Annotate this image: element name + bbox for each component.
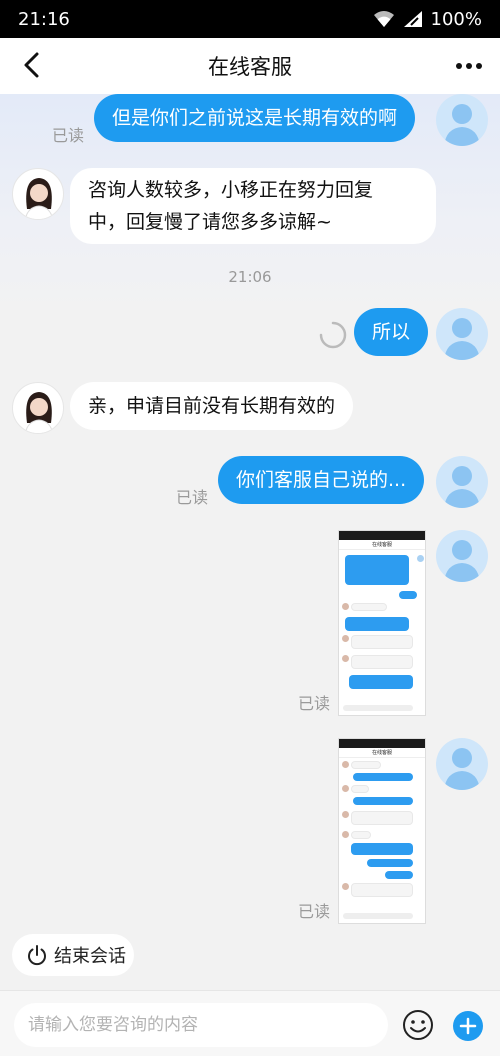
thumb-avatar xyxy=(342,761,349,768)
screenshot-image-message[interactable]: 在线客服 xyxy=(338,738,426,924)
thumb-bubble xyxy=(345,617,409,631)
thumb-bubble xyxy=(353,797,413,805)
message-bubble-user[interactable]: 你们客服自己说的... xyxy=(218,456,425,504)
thumb-avatar xyxy=(342,883,349,890)
page-title: 在线客服 xyxy=(208,55,292,79)
read-receipt: 已读 xyxy=(52,126,85,145)
thumb-bubble xyxy=(351,843,413,855)
thumb-bubble xyxy=(353,773,413,781)
user-silhouette-icon xyxy=(444,466,480,508)
user-avatar[interactable] xyxy=(436,456,488,508)
title-bar: 在线客服 xyxy=(0,38,500,94)
thumb-avatar xyxy=(417,555,424,562)
thumb-status-bar xyxy=(339,531,425,540)
thumb-bubble xyxy=(351,831,371,839)
thumb-bubble xyxy=(351,655,413,669)
agent-message-line-2: 中，回复慢了请您多多谅解~ xyxy=(88,211,332,233)
status-bar: 21:16 100% xyxy=(0,0,500,38)
thumb-bubble xyxy=(349,675,413,689)
sending-spinner-icon xyxy=(319,321,347,349)
thumb-status-bar xyxy=(339,739,425,748)
thumb-avatar xyxy=(342,635,349,642)
thumb-avatar xyxy=(342,603,349,610)
user-silhouette-icon xyxy=(444,540,480,582)
thumb-bubble xyxy=(345,555,409,585)
status-icons: 100% xyxy=(373,9,482,30)
status-time: 21:16 xyxy=(18,8,70,30)
thumb-bubble xyxy=(351,635,413,649)
end-session-button[interactable]: 结束会话 xyxy=(12,934,134,976)
end-session-label: 结束会话 xyxy=(54,946,126,967)
input-bar xyxy=(0,990,500,1056)
agent-avatar[interactable] xyxy=(12,382,64,434)
read-receipt: 已读 xyxy=(298,694,331,713)
more-options-icon[interactable] xyxy=(454,52,484,80)
agent-message-line-1: 咨询人数较多，小移正在努力回复 xyxy=(88,179,374,201)
timestamp: 21:06 xyxy=(228,268,272,286)
power-icon xyxy=(28,945,46,966)
user-avatar[interactable] xyxy=(436,530,488,582)
add-attachment-icon[interactable] xyxy=(453,1011,483,1041)
screenshot-image-message[interactable]: 在线客服 xyxy=(338,530,426,716)
message-bubble-agent[interactable]: 亲，申请目前没有长期有效的 xyxy=(70,382,354,430)
thumb-bubble xyxy=(367,859,413,867)
thumb-bubble xyxy=(351,785,369,793)
thumb-title: 在线客服 xyxy=(339,748,425,758)
thumb-bubble xyxy=(399,591,417,599)
thumb-bubble xyxy=(385,871,413,879)
thumb-bubble xyxy=(351,603,387,611)
thumb-avatar xyxy=(342,831,349,838)
agent-portrait-icon xyxy=(24,178,54,219)
back-arrow-icon[interactable] xyxy=(18,50,48,80)
user-avatar[interactable] xyxy=(436,94,488,146)
user-silhouette-icon xyxy=(444,104,480,146)
thumb-bubble xyxy=(351,883,413,897)
message-input[interactable] xyxy=(14,1003,388,1047)
message-bubble-user[interactable]: 但是你们之前说这是长期有效的啊 xyxy=(94,94,416,142)
chat-area[interactable]: 已读 但是你们之前说这是长期有效的啊 咨询人数较多，小移正在努力回复 中，回复慢… xyxy=(0,94,500,990)
agent-portrait-icon xyxy=(24,392,54,433)
thumb-input xyxy=(343,705,413,711)
user-avatar[interactable] xyxy=(436,308,488,360)
user-avatar[interactable] xyxy=(436,738,488,790)
thumb-bubble xyxy=(351,811,413,825)
signal-icon xyxy=(403,11,422,27)
thumb-avatar xyxy=(342,785,349,792)
read-receipt: 已读 xyxy=(176,488,209,507)
read-receipt: 已读 xyxy=(298,902,331,921)
thumb-bubble xyxy=(351,761,381,769)
user-silhouette-icon xyxy=(444,318,480,360)
thumb-title: 在线客服 xyxy=(339,540,425,550)
thumb-input xyxy=(343,913,413,919)
message-bubble-agent[interactable]: 咨询人数较多，小移正在努力回复 中，回复慢了请您多多谅解~ xyxy=(70,168,436,244)
wifi-icon xyxy=(373,11,394,27)
message-bubble-user[interactable]: 所以 xyxy=(354,308,429,356)
emoji-icon[interactable] xyxy=(402,1009,434,1041)
agent-avatar[interactable] xyxy=(12,168,64,220)
battery-level: 100% xyxy=(430,8,482,30)
thumb-avatar xyxy=(342,811,349,818)
user-silhouette-icon xyxy=(444,748,480,790)
thumb-avatar xyxy=(342,655,349,662)
